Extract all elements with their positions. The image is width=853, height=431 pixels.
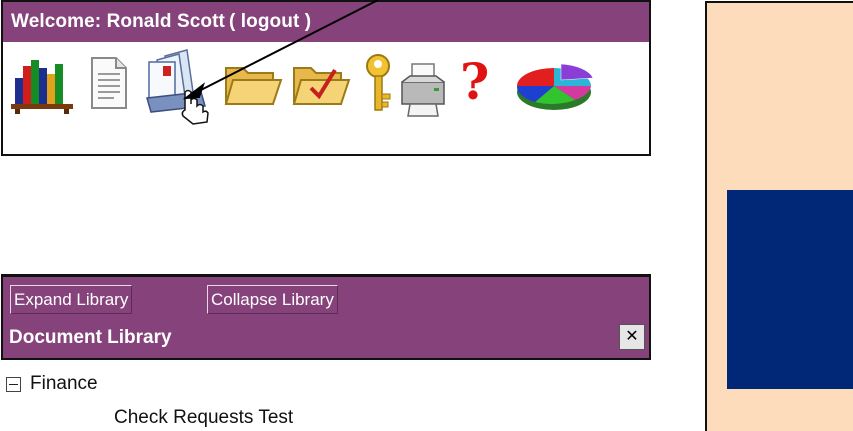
expand-library-button[interactable]: Expand Library: [10, 285, 133, 314]
icon-toolbar: ?: [3, 42, 649, 154]
tree-item-finance[interactable]: Finance: [6, 373, 98, 395]
close-icon[interactable]: ✕: [619, 324, 645, 350]
welcome-panel: Welcome: Ronald Scott ( logout ) ?: [1, 0, 651, 156]
close-symbol: ✕: [625, 328, 639, 345]
collapse-toggle-icon[interactable]: [6, 376, 21, 392]
document-icon[interactable]: [88, 56, 130, 110]
help-question-icon[interactable]: ?: [460, 56, 489, 108]
checked-folder-icon[interactable]: [291, 58, 351, 110]
printer-icon[interactable]: [398, 60, 448, 120]
right-content-block: [727, 190, 853, 389]
pie-chart-icon[interactable]: [513, 60, 595, 116]
library-bookshelf-icon[interactable]: [9, 56, 75, 114]
open-folder-icon[interactable]: [223, 60, 283, 110]
welcome-text: Welcome: Ronald Scott: [11, 11, 225, 32]
collapse-library-button[interactable]: Collapse Library: [207, 285, 338, 314]
key-icon[interactable]: [361, 52, 395, 116]
welcome-bar: Welcome: Ronald Scott ( logout ): [3, 2, 649, 42]
document-library-icon[interactable]: [143, 46, 213, 130]
library-title: Document Library: [9, 327, 172, 348]
document-library-panel: Expand Library Collapse Library Document…: [1, 274, 651, 360]
tree-item-label: Finance: [30, 373, 98, 394]
tree-item-check-requests[interactable]: Check Requests Test: [114, 407, 293, 429]
logout-link[interactable]: ( logout ): [229, 11, 311, 33]
